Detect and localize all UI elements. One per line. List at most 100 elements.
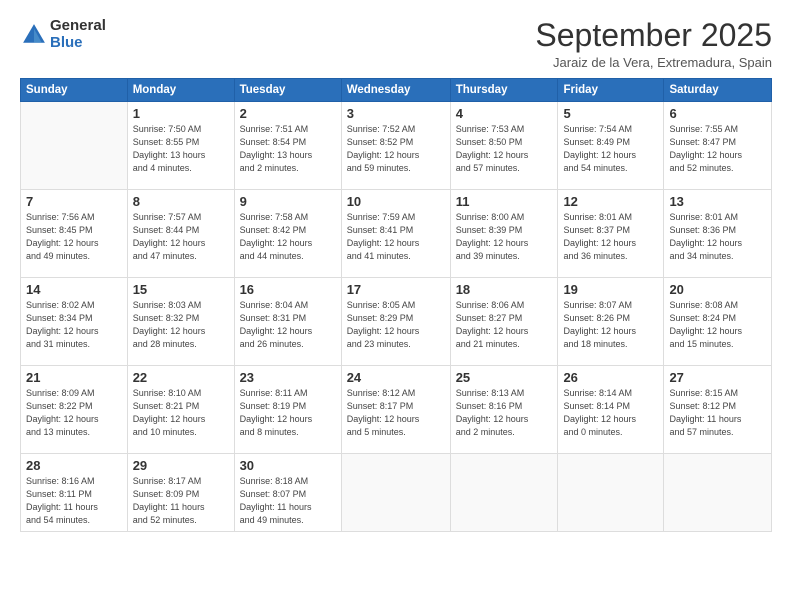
day-info: Sunrise: 7:52 AMSunset: 8:52 PMDaylight:… xyxy=(347,123,445,175)
day-number: 3 xyxy=(347,106,445,121)
day-number: 23 xyxy=(240,370,336,385)
day-info: Sunrise: 8:07 AMSunset: 8:26 PMDaylight:… xyxy=(563,299,658,351)
day-number: 29 xyxy=(133,458,229,473)
calendar-cell: 16 Sunrise: 8:04 AMSunset: 8:31 PMDayligh… xyxy=(234,278,341,366)
month-title: September 2025 xyxy=(535,18,772,53)
calendar-cell: 9 Sunrise: 7:58 AMSunset: 8:42 PMDaylight… xyxy=(234,190,341,278)
calendar-cell: 23 Sunrise: 8:11 AMSunset: 8:19 PMDayligh… xyxy=(234,366,341,454)
calendar-cell: 26Sunrise: 8:14 AMSunset: 8:14 PMDayligh… xyxy=(558,366,664,454)
calendar-cell: 4 Sunrise: 7:53 AMSunset: 8:50 PMDaylight… xyxy=(450,102,558,190)
calendar-cell: 29 Sunrise: 8:17 AMSunset: 8:09 PMDayligh… xyxy=(127,454,234,532)
logo-blue-text: Blue xyxy=(50,35,106,52)
day-info: Sunrise: 8:12 AMSunset: 8:17 PMDaylight:… xyxy=(347,387,445,439)
day-number: 18 xyxy=(456,282,553,297)
day-number: 19 xyxy=(563,282,658,297)
day-info: Sunrise: 8:02 AMSunset: 8:34 PMDaylight:… xyxy=(26,299,122,351)
calendar-cell: 19 Sunrise: 8:07 AMSunset: 8:26 PMDayligh… xyxy=(558,278,664,366)
day-info: Sunrise: 8:10 AMSunset: 8:21 PMDaylight:… xyxy=(133,387,229,439)
day-number: 11 xyxy=(456,194,553,209)
day-info: Sunrise: 8:17 AMSunset: 8:09 PMDaylight:… xyxy=(133,475,229,527)
calendar-table: SundayMondayTuesdayWednesdayThursdayFrid… xyxy=(20,78,772,532)
calendar-cell: 15 Sunrise: 8:03 AMSunset: 8:32 PMDayligh… xyxy=(127,278,234,366)
day-info: Sunrise: 7:59 AMSunset: 8:41 PMDaylight:… xyxy=(347,211,445,263)
day-info: Sunrise: 8:01 AMSunset: 8:37 PMDaylight:… xyxy=(563,211,658,263)
calendar-cell: 24 Sunrise: 8:12 AMSunset: 8:17 PMDayligh… xyxy=(341,366,450,454)
day-info: Sunrise: 8:13 AMSunset: 8:16 PMDaylight:… xyxy=(456,387,553,439)
day-info: Sunrise: 8:04 AMSunset: 8:31 PMDaylight:… xyxy=(240,299,336,351)
day-number: 25 xyxy=(456,370,553,385)
day-number: 9 xyxy=(240,194,336,209)
calendar-cell: 14 Sunrise: 8:02 AMSunset: 8:34 PMDayligh… xyxy=(21,278,128,366)
day-info: Sunrise: 8:18 AMSunset: 8:07 PMDaylight:… xyxy=(240,475,336,527)
day-number: 21 xyxy=(26,370,122,385)
day-number: 24 xyxy=(347,370,445,385)
day-info: Sunrise: 8:09 AMSunset: 8:22 PMDaylight:… xyxy=(26,387,122,439)
calendar-cell: 20Sunrise: 8:08 AMSunset: 8:24 PMDayligh… xyxy=(664,278,772,366)
calendar-cell: 27Sunrise: 8:15 AMSunset: 8:12 PMDayligh… xyxy=(664,366,772,454)
calendar-cell: 21 Sunrise: 8:09 AMSunset: 8:22 PMDayligh… xyxy=(21,366,128,454)
day-number: 22 xyxy=(133,370,229,385)
logo-general-text: General xyxy=(50,18,106,35)
day-number: 17 xyxy=(347,282,445,297)
day-number: 15 xyxy=(133,282,229,297)
day-info: Sunrise: 8:08 AMSunset: 8:24 PMDaylight:… xyxy=(669,299,766,351)
day-number: 5 xyxy=(563,106,658,121)
calendar-cell xyxy=(450,454,558,532)
day-info: Sunrise: 7:58 AMSunset: 8:42 PMDaylight:… xyxy=(240,211,336,263)
location-subtitle: Jaraiz de la Vera, Extremadura, Spain xyxy=(535,55,772,70)
logo: General Blue xyxy=(20,18,106,51)
day-number: 13 xyxy=(669,194,766,209)
day-number: 2 xyxy=(240,106,336,121)
weekday-header-monday: Monday xyxy=(127,79,234,102)
day-info: Sunrise: 7:51 AMSunset: 8:54 PMDaylight:… xyxy=(240,123,336,175)
calendar-cell xyxy=(664,454,772,532)
weekday-header-wednesday: Wednesday xyxy=(341,79,450,102)
day-number: 1 xyxy=(133,106,229,121)
calendar-cell: 13 Sunrise: 8:01 AMSunset: 8:36 PMDayligh… xyxy=(664,190,772,278)
weekday-header-friday: Friday xyxy=(558,79,664,102)
calendar-cell: 22 Sunrise: 8:10 AMSunset: 8:21 PMDayligh… xyxy=(127,366,234,454)
day-number: 4 xyxy=(456,106,553,121)
weekday-header-thursday: Thursday xyxy=(450,79,558,102)
day-number: 16 xyxy=(240,282,336,297)
weekday-header-sunday: Sunday xyxy=(21,79,128,102)
calendar-cell: 18 Sunrise: 8:06 AMSunset: 8:27 PMDayligh… xyxy=(450,278,558,366)
day-info: Sunrise: 7:50 AMSunset: 8:55 PMDaylight:… xyxy=(133,123,229,175)
day-info: Sunrise: 8:03 AMSunset: 8:32 PMDaylight:… xyxy=(133,299,229,351)
calendar-cell: 11 Sunrise: 8:00 AMSunset: 8:39 PMDayligh… xyxy=(450,190,558,278)
day-info: Sunrise: 7:54 AMSunset: 8:49 PMDaylight:… xyxy=(563,123,658,175)
day-number: 6 xyxy=(669,106,766,121)
calendar-cell xyxy=(21,102,128,190)
weekday-header-saturday: Saturday xyxy=(664,79,772,102)
day-info: Sunrise: 7:57 AMSunset: 8:44 PMDaylight:… xyxy=(133,211,229,263)
calendar-cell xyxy=(341,454,450,532)
day-info: Sunrise: 7:56 AMSunset: 8:45 PMDaylight:… xyxy=(26,211,122,263)
calendar-cell: 12 Sunrise: 8:01 AMSunset: 8:37 PMDayligh… xyxy=(558,190,664,278)
day-info: Sunrise: 8:11 AMSunset: 8:19 PMDaylight:… xyxy=(240,387,336,439)
day-number: 26 xyxy=(563,370,658,385)
calendar-cell: 7 Sunrise: 7:56 AMSunset: 8:45 PMDaylight… xyxy=(21,190,128,278)
logo-icon xyxy=(20,21,48,49)
day-info: Sunrise: 7:55 AMSunset: 8:47 PMDaylight:… xyxy=(669,123,766,175)
calendar-cell: 25 Sunrise: 8:13 AMSunset: 8:16 PMDayligh… xyxy=(450,366,558,454)
day-number: 14 xyxy=(26,282,122,297)
calendar-cell: 1 Sunrise: 7:50 AMSunset: 8:55 PMDaylight… xyxy=(127,102,234,190)
calendar-cell: 5 Sunrise: 7:54 AMSunset: 8:49 PMDaylight… xyxy=(558,102,664,190)
calendar-cell: 28Sunrise: 8:16 AMSunset: 8:11 PMDayligh… xyxy=(21,454,128,532)
day-info: Sunrise: 8:06 AMSunset: 8:27 PMDaylight:… xyxy=(456,299,553,351)
day-info: Sunrise: 8:15 AMSunset: 8:12 PMDaylight:… xyxy=(669,387,766,439)
calendar-cell: 10Sunrise: 7:59 AMSunset: 8:41 PMDayligh… xyxy=(341,190,450,278)
day-info: Sunrise: 8:01 AMSunset: 8:36 PMDaylight:… xyxy=(669,211,766,263)
calendar-cell: 6 Sunrise: 7:55 AMSunset: 8:47 PMDaylight… xyxy=(664,102,772,190)
calendar-cell: 17 Sunrise: 8:05 AMSunset: 8:29 PMDayligh… xyxy=(341,278,450,366)
weekday-header-tuesday: Tuesday xyxy=(234,79,341,102)
calendar-cell: 2 Sunrise: 7:51 AMSunset: 8:54 PMDaylight… xyxy=(234,102,341,190)
calendar-cell: 8Sunrise: 7:57 AMSunset: 8:44 PMDaylight… xyxy=(127,190,234,278)
day-info: Sunrise: 8:05 AMSunset: 8:29 PMDaylight:… xyxy=(347,299,445,351)
day-number: 7 xyxy=(26,194,122,209)
day-info: Sunrise: 8:16 AMSunset: 8:11 PMDaylight:… xyxy=(26,475,122,527)
day-info: Sunrise: 7:53 AMSunset: 8:50 PMDaylight:… xyxy=(456,123,553,175)
day-number: 12 xyxy=(563,194,658,209)
day-info: Sunrise: 8:00 AMSunset: 8:39 PMDaylight:… xyxy=(456,211,553,263)
calendar-cell xyxy=(558,454,664,532)
